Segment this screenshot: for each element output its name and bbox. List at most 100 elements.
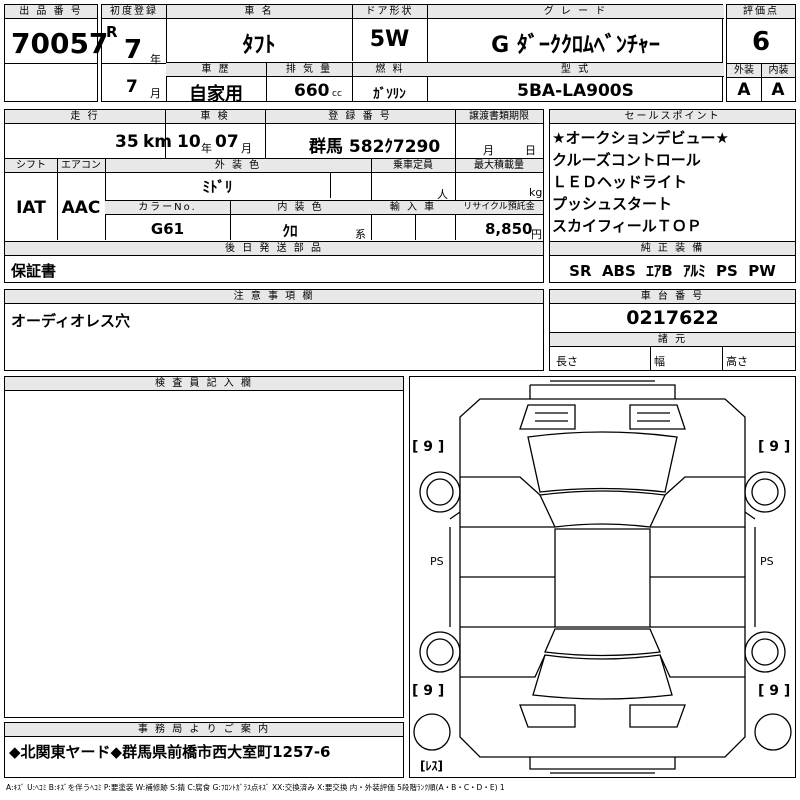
reg-no-label: 登 録 番 号 bbox=[265, 110, 455, 124]
office-label: 事 務 局 よ り ご 案 内 bbox=[5, 723, 403, 737]
shift: IAT bbox=[16, 198, 46, 218]
chassis-box: 車 台 番 号 0217622 諸 元 長さ 幅 高さ bbox=[549, 289, 796, 371]
width-label: 幅 bbox=[654, 355, 665, 368]
lot-number: 70057 bbox=[11, 27, 109, 60]
car-diagram-box: [ 9 ] [ 9 ] [ 9 ] [ 9 ] [ﾚｽ] PS PS bbox=[409, 376, 796, 778]
int-color-label: 内 装 色 bbox=[230, 201, 371, 215]
office-box: 事 務 局 よ り ご 案 内 ◆北関東ヤード◆群馬県前橋市西大室町1257-6 bbox=[4, 722, 404, 778]
length-label: 長さ bbox=[556, 355, 578, 368]
ps-right: PS bbox=[760, 555, 774, 568]
equipment: SR ABS ｴｱB ｱﾙﾐ PS PW bbox=[569, 262, 776, 280]
month-unit: 月 bbox=[150, 87, 161, 100]
grade-label: グ レ ー ド bbox=[427, 5, 724, 19]
exterior-label: 外装 bbox=[727, 64, 761, 78]
exterior: A bbox=[737, 80, 751, 100]
notes: オーディオレス穴 bbox=[11, 312, 130, 330]
sales-point: プッシュスタート bbox=[552, 195, 673, 213]
sales-point: ＬＥＤヘッドライト bbox=[552, 173, 688, 191]
fuel-label: 燃 料 bbox=[352, 63, 427, 77]
ac: AAC bbox=[61, 198, 101, 218]
inspection-month-unit: 月 bbox=[241, 142, 252, 155]
later-parts: 保証書 bbox=[11, 262, 57, 280]
era: R bbox=[106, 23, 118, 41]
transfer-day-unit: 日 bbox=[525, 144, 536, 157]
notes-label: 注 意 事 項 欄 bbox=[5, 290, 543, 304]
notes-box: 注 意 事 項 欄 オーディオレス穴 bbox=[4, 289, 544, 371]
ext-color: ﾐﾄﾞﾘ bbox=[202, 178, 233, 196]
recycle-label: リサイクル預託金 bbox=[455, 201, 543, 215]
fuel: ｶﾞｿﾘﾝ bbox=[373, 87, 406, 102]
first-reg-month: 7 bbox=[126, 77, 138, 97]
int-color: ｸﾛ bbox=[282, 222, 298, 240]
car-name: ﾀﾌﾄ bbox=[242, 33, 276, 58]
displacement-label: 排 気 量 bbox=[266, 63, 352, 77]
max-load-label: 最大積載量 bbox=[455, 159, 543, 173]
spare-tire: [ﾚｽ] bbox=[420, 759, 443, 773]
transfer-label: 譲渡書類期限 bbox=[455, 110, 543, 124]
transfer-month-unit: 月 bbox=[483, 144, 494, 157]
equipment-label: 純 正 装 備 bbox=[550, 242, 795, 256]
later-parts-box: 後 日 発 送 部 品 保証書 bbox=[4, 241, 544, 283]
first-reg-year: 7 bbox=[124, 35, 143, 65]
sales-point: ★オークションデビュー★ bbox=[552, 129, 729, 147]
tire-rear-left: [ 9 ] bbox=[412, 683, 445, 699]
registration-box: 走 行 車 検 登 録 番 号 譲渡書類期限 35 km 10 年 07 月 群… bbox=[4, 109, 544, 242]
sales-points-label: セールスポイント bbox=[550, 110, 795, 124]
office: ◆北関東ヤード◆群馬県前橋市西大室町1257-6 bbox=[9, 743, 331, 761]
shift-label: シフト bbox=[5, 159, 57, 173]
door: 5W bbox=[369, 27, 410, 52]
sales-point: スカイフィールＴＯＰ bbox=[552, 217, 702, 235]
dims-label: 諸 元 bbox=[550, 333, 795, 347]
score-box: 評価点 6 外装 内装 A A bbox=[726, 4, 796, 102]
max-load-unit: kg bbox=[529, 186, 543, 199]
door-label: ドア形状 bbox=[352, 5, 427, 19]
sales-point: クルーズコントロール bbox=[552, 151, 701, 169]
chassis-label: 車 台 番 号 bbox=[550, 290, 795, 304]
car-name-label: 車 名 bbox=[166, 5, 352, 19]
mileage-label: 走 行 bbox=[5, 110, 165, 124]
inspection-year-unit: 年 bbox=[201, 142, 212, 155]
chassis: 0217622 bbox=[626, 307, 719, 329]
interior: A bbox=[771, 80, 785, 100]
inspection-year: 10 bbox=[177, 132, 201, 152]
interior-label: 内装 bbox=[761, 64, 795, 78]
car-body-diagram bbox=[413, 380, 792, 774]
height-label: 高さ bbox=[726, 355, 748, 368]
score-label: 評価点 bbox=[727, 5, 795, 19]
ps-left: PS bbox=[430, 555, 444, 568]
ext-color-label: 外 装 色 bbox=[105, 159, 371, 173]
inspection-month: 07 bbox=[215, 132, 239, 152]
cc-unit: cc bbox=[332, 89, 342, 99]
mileage: 35 bbox=[115, 132, 139, 152]
yen-unit: 円 bbox=[531, 228, 542, 241]
ac-label: エアコン bbox=[57, 159, 105, 173]
lot-number-label: 出 品 番 号 bbox=[5, 5, 97, 19]
lot-number-box: 出 品 番 号 70057 bbox=[4, 4, 108, 102]
displacement: 660 bbox=[294, 81, 330, 101]
inspection-label: 車 検 bbox=[165, 110, 265, 124]
history: 自家用 bbox=[189, 84, 243, 105]
later-parts-label: 後 日 発 送 部 品 bbox=[5, 242, 543, 256]
color-no-label: カラーNo. bbox=[105, 201, 230, 215]
capacity-label: 乗車定員 bbox=[371, 159, 455, 173]
grade: G ﾀﾞｰｸｸﾛﾑﾍﾞﾝﾁｬｰ bbox=[491, 33, 660, 58]
inspector-box: 検 査 員 記 入 欄 bbox=[4, 376, 404, 718]
sales-points-box: セールスポイント ★オークションデビュー★ クルーズコントロール ＬＥＤヘッドラ… bbox=[549, 109, 796, 283]
tire-front-left: [ 9 ] bbox=[412, 439, 445, 455]
model: 5BA-LA900S bbox=[517, 81, 634, 101]
first-reg-label: 初度登録 bbox=[102, 5, 166, 19]
color-no: G61 bbox=[150, 220, 185, 238]
km-unit: km bbox=[143, 132, 173, 152]
score: 6 bbox=[751, 27, 771, 57]
model-label: 型 式 bbox=[427, 63, 724, 77]
inspector-label: 検 査 員 記 入 欄 bbox=[5, 377, 403, 391]
import-label: 輸 入 車 bbox=[371, 201, 455, 215]
vehicle-info-box: 初度登録 車 名 ドア形状 グ レ ー ド R 7 年 7 月 ﾀﾌﾄ 5W G… bbox=[101, 4, 724, 105]
tire-front-right: [ 9 ] bbox=[758, 439, 791, 455]
history-label: 車 歴 bbox=[166, 63, 266, 77]
tire-rear-right: [ 9 ] bbox=[758, 683, 791, 699]
year-unit: 年 bbox=[150, 53, 161, 66]
legend: A:ｷｽﾞ U:ﾍｺﾐ B:ｷｽﾞを伴うﾍｺﾐ P:要塗装 W:補修跡 S:錆 … bbox=[6, 783, 505, 792]
reg-no: 群馬 582ｸ7290 bbox=[309, 137, 441, 157]
int-color-unit: 系 bbox=[355, 228, 366, 241]
